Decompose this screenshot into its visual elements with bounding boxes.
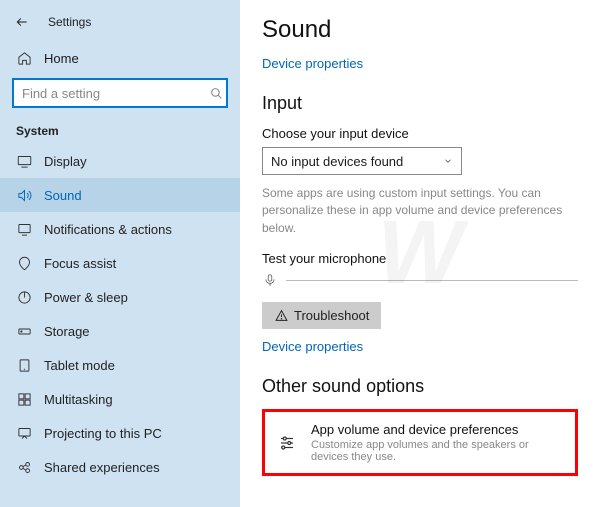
sidebar-item-power-sleep[interactable]: Power & sleep: [0, 280, 240, 314]
input-device-value: No input devices found: [271, 154, 403, 169]
troubleshoot-label: Troubleshoot: [294, 308, 369, 323]
shared-icon: [16, 459, 32, 475]
sidebar-item-label: Power & sleep: [44, 290, 128, 305]
sidebar-item-label: Multitasking: [44, 392, 113, 407]
app-title: Settings: [48, 15, 91, 29]
sidebar-item-notifications[interactable]: Notifications & actions: [0, 212, 240, 246]
sidebar-item-label: Shared experiences: [44, 460, 160, 475]
sidebar-section-label: System: [0, 118, 240, 144]
sidebar-item-label: Display: [44, 154, 87, 169]
search-input[interactable]: [14, 86, 206, 101]
input-section-title: Input: [262, 93, 578, 114]
sidebar-item-display[interactable]: Display: [0, 144, 240, 178]
page-title: Sound: [262, 16, 578, 44]
sidebar-item-shared-experiences[interactable]: Shared experiences: [0, 450, 240, 484]
display-icon: [16, 153, 32, 169]
home-label: Home: [44, 51, 79, 66]
card-title: App volume and device preferences: [311, 422, 563, 437]
home-button[interactable]: Home: [0, 42, 240, 74]
sidebar-item-label: Storage: [44, 324, 90, 339]
sliders-icon: [277, 433, 297, 453]
multitasking-icon: [16, 391, 32, 407]
sidebar-item-label: Sound: [44, 188, 82, 203]
sidebar-item-multitasking[interactable]: Multitasking: [0, 382, 240, 416]
sidebar-item-label: Focus assist: [44, 256, 116, 271]
troubleshoot-button[interactable]: Troubleshoot: [262, 302, 381, 329]
focus-assist-icon: [16, 255, 32, 271]
sidebar-item-projecting[interactable]: Projecting to this PC: [0, 416, 240, 450]
sidebar: Settings Home System Display: [0, 0, 240, 507]
storage-icon: [16, 323, 32, 339]
search-icon: [206, 87, 226, 100]
input-hint-text: Some apps are using custom input setting…: [262, 185, 578, 237]
main-content: W Sound Device properties Input Choose y…: [240, 0, 600, 507]
sidebar-item-label: Projecting to this PC: [44, 426, 162, 441]
tablet-icon: [16, 357, 32, 373]
choose-input-label: Choose your input device: [262, 126, 578, 141]
sidebar-item-sound[interactable]: Sound: [0, 178, 240, 212]
device-properties-link[interactable]: Device properties: [262, 56, 578, 71]
chevron-down-icon: [443, 154, 453, 169]
sidebar-item-label: Tablet mode: [44, 358, 115, 373]
search-input-box[interactable]: [12, 78, 228, 108]
other-sound-options-title: Other sound options: [262, 376, 578, 397]
notifications-icon: [16, 221, 32, 237]
sidebar-item-tablet-mode[interactable]: Tablet mode: [0, 348, 240, 382]
power-icon: [16, 289, 32, 305]
sound-icon: [16, 187, 32, 203]
warning-icon: [274, 309, 288, 323]
test-mic-label: Test your microphone: [262, 251, 578, 266]
sidebar-item-focus-assist[interactable]: Focus assist: [0, 246, 240, 280]
microphone-icon: [262, 272, 278, 288]
sidebar-item-label: Notifications & actions: [44, 222, 172, 237]
device-properties-link-2[interactable]: Device properties: [262, 339, 363, 354]
projecting-icon: [16, 425, 32, 441]
home-icon: [16, 50, 32, 66]
app-volume-device-preferences-card[interactable]: App volume and device preferences Custom…: [262, 409, 578, 476]
sidebar-item-storage[interactable]: Storage: [0, 314, 240, 348]
back-button[interactable]: [12, 12, 32, 32]
mic-level-bar: [286, 280, 578, 281]
input-device-select[interactable]: No input devices found: [262, 147, 462, 175]
mic-meter: [262, 272, 578, 288]
card-subtitle: Customize app volumes and the speakers o…: [311, 439, 563, 463]
